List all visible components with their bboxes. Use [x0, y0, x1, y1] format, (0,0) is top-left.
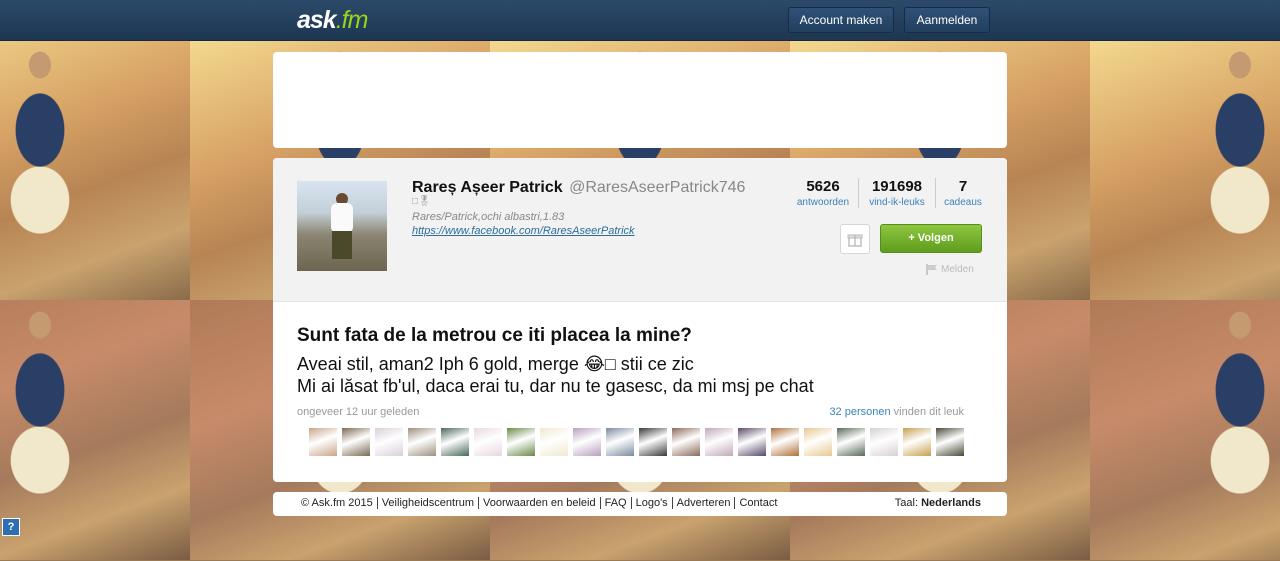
language-selector: Taal: Nederlands	[894, 497, 981, 509]
liker-avatar[interactable]	[771, 428, 799, 456]
askfm-logo[interactable]: ask.fm	[297, 6, 368, 35]
footer-copyright: © Ask.fm 2015	[301, 497, 373, 509]
liker-avatar[interactable]	[639, 428, 667, 456]
liker-avatar[interactable]	[738, 428, 766, 456]
liker-avatar[interactable]	[309, 428, 337, 456]
footer-links: © Ask.fm 2015 Veiligheidscentrum Voorwaa…	[301, 497, 781, 509]
liker-avatar[interactable]	[375, 428, 403, 456]
profile-status-emoji: □🎖	[412, 196, 431, 207]
stat-answers[interactable]: 5626 antwoorden	[788, 178, 859, 208]
answer-timestamp[interactable]: ongeveer 12 uur geleden	[297, 406, 419, 418]
profile-header: Rareș Așeer Patrick @RaresAseerPatrick74…	[273, 158, 1007, 302]
liker-avatar[interactable]	[870, 428, 898, 456]
answer-text: Aveai stil, aman2 Iph 6 gold, merge 😂□ s…	[297, 354, 814, 396]
login-button[interactable]: Aanmelden	[904, 7, 990, 33]
likes-count-link[interactable]: 32 personen	[829, 406, 890, 418]
liker-avatar[interactable]	[672, 428, 700, 456]
footer-link-safety[interactable]: Veiligheidscentrum	[376, 497, 478, 509]
liker-avatar[interactable]	[474, 428, 502, 456]
footer-link-advertise[interactable]: Adverteren	[671, 497, 735, 509]
likes-summary: 32 personen vinden dit leuk	[829, 406, 964, 418]
language-link[interactable]: Nederlands	[921, 497, 981, 509]
footer-link-terms[interactable]: Voorwaarden en beleid	[478, 497, 600, 509]
top-navbar: ask.fm Account maken Aanmelden	[0, 0, 1280, 41]
liker-avatar[interactable]	[936, 428, 964, 456]
likers-avatars	[309, 428, 964, 456]
help-icon[interactable]: ?	[2, 518, 20, 536]
stat-likes[interactable]: 191698 vind-ik-leuks	[859, 178, 936, 208]
liker-avatar[interactable]	[573, 428, 601, 456]
liker-avatar[interactable]	[606, 428, 634, 456]
liker-avatar[interactable]	[507, 428, 535, 456]
profile-card: Rareș Așeer Patrick @RaresAseerPatrick74…	[273, 158, 1007, 482]
profile-handle: @RaresAseerPatrick746	[569, 179, 746, 196]
profile-bio: Rares/Patrick,ochi albastri,1.83	[412, 211, 565, 223]
liker-avatar[interactable]	[705, 428, 733, 456]
footer-link-logos[interactable]: Logo's	[630, 497, 672, 509]
liker-avatar[interactable]	[408, 428, 436, 456]
footer: © Ask.fm 2015 Veiligheidscentrum Voorwaa…	[273, 492, 1007, 516]
question-text: Sunt fata de la metrou ce iti placea la …	[297, 325, 692, 346]
liker-avatar[interactable]	[804, 428, 832, 456]
liker-avatar[interactable]	[903, 428, 931, 456]
profile-stats: 5626 antwoorden 191698 vind-ik-leuks 7 c…	[788, 178, 990, 208]
liker-avatar[interactable]	[441, 428, 469, 456]
flag-icon	[926, 264, 937, 275]
profile-website-link[interactable]: https://www.facebook.com/RaresAseerPatri…	[412, 225, 635, 237]
profile-name: Rareș Așeer Patrick @RaresAseerPatrick74…	[412, 179, 746, 196]
liker-avatar[interactable]	[540, 428, 568, 456]
footer-link-faq[interactable]: FAQ	[599, 497, 631, 509]
gift-icon	[847, 234, 863, 247]
stat-gifts[interactable]: 7 cadeaus	[936, 178, 990, 208]
gift-button[interactable]	[840, 224, 870, 254]
register-button[interactable]: Account maken	[788, 7, 894, 33]
footer-link-contact[interactable]: Contact	[734, 497, 781, 509]
report-button[interactable]: Melden	[926, 264, 974, 275]
liker-avatar[interactable]	[837, 428, 865, 456]
follow-button[interactable]: + Volgen	[880, 224, 982, 253]
liker-avatar[interactable]	[342, 428, 370, 456]
avatar[interactable]	[297, 181, 387, 271]
ad-banner	[273, 52, 1007, 148]
